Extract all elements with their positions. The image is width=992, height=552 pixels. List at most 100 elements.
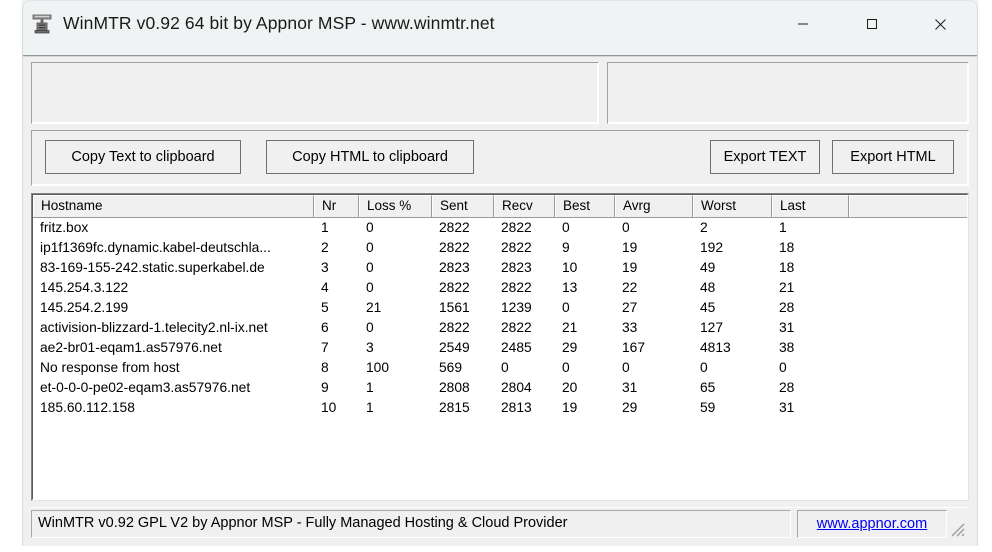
maximize-icon (866, 19, 877, 29)
table-cell-nr: 6 (321, 320, 329, 335)
table-cell-hostname: et-0-0-0-pe02-eqam3.as57976.net (40, 380, 251, 395)
table-cell-avrg: 29 (622, 400, 638, 415)
maximize-button[interactable] (837, 2, 906, 46)
window-title: WinMTR v0.92 64 bit by Appnor MSP - www.… (63, 13, 495, 33)
table-cell-hostname: No response from host (40, 360, 180, 375)
copy-text-to-clipboard-button[interactable]: Copy Text to clipboard (45, 140, 241, 174)
table-cell-last: 1 (779, 220, 787, 235)
table-cell-best: 0 (562, 220, 570, 235)
table-cell-worst: 49 (700, 260, 716, 275)
table-header-worst[interactable]: Worst (693, 195, 772, 217)
copy-html-to-clipboard-button[interactable]: Copy HTML to clipboard (266, 140, 474, 174)
table-cell-worst: 127 (700, 320, 724, 335)
table-header-recv[interactable]: Recv (494, 195, 555, 217)
table-header-sent[interactable]: Sent (432, 195, 494, 217)
table-cell-nr: 1 (321, 220, 329, 235)
table-row[interactable]: 145.254.3.122 4 0 2822 2822 13 22 48 21 (33, 278, 967, 298)
table-row[interactable]: 145.254.2.199 5 21 1561 1239 0 27 45 28 (33, 298, 967, 318)
table-header-avrg[interactable]: Avrg (615, 195, 693, 217)
table-cell-recv: 0 (501, 360, 509, 375)
client-area: Host: 185.60.112.158 Start Options Exit … (23, 57, 977, 546)
table-cell-hostname: 83-169-155-242.static.superkabel.de (40, 260, 265, 275)
table-header-hostname[interactable]: Hostname (33, 195, 314, 217)
table-cell-worst: 45 (700, 300, 716, 315)
table-cell-nr: 9 (321, 380, 329, 395)
table-row[interactable]: 83-169-155-242.static.superkabel.de 3 0 282… (33, 258, 967, 278)
close-button[interactable] (906, 2, 975, 46)
minimize-button[interactable] (768, 2, 837, 46)
window-right-margin (978, 0, 992, 552)
table-cell-last: 38 (779, 340, 795, 355)
table-cell-loss: 21 (366, 300, 382, 315)
minimize-icon (797, 23, 808, 25)
table-cell-nr: 7 (321, 340, 329, 355)
status-bar-link-panel[interactable]: www.appnor.com (797, 510, 947, 538)
table-cell-hostname: 185.60.112.158 (40, 400, 135, 415)
table-cell-sent: 2822 (439, 220, 470, 235)
table-cell-nr: 4 (321, 280, 329, 295)
table-cell-loss: 0 (366, 280, 374, 295)
table-cell-best: 19 (562, 400, 578, 415)
table-cell-loss: 1 (366, 400, 374, 415)
table-cell-loss: 100 (366, 360, 390, 375)
table-cell-best: 29 (562, 340, 578, 355)
table-cell-recv: 2485 (501, 340, 532, 355)
table-cell-last: 28 (779, 300, 795, 315)
table-header-last[interactable]: Last (772, 195, 849, 217)
winmtr-app-icon (29, 11, 55, 37)
table-cell-filler (849, 218, 967, 238)
table-cell-hostname: ae2-br01-eqam1.as57976.net (40, 340, 222, 355)
table-cell-sent: 2549 (439, 340, 470, 355)
table-cell-worst: 192 (700, 240, 724, 255)
export-text-button[interactable]: Export TEXT (710, 140, 820, 174)
table-row[interactable]: ip1f1369fc.dynamic.kabel-deutschla... 2 0 2… (33, 238, 967, 258)
table-header-filler[interactable] (849, 195, 967, 217)
table-cell-filler (849, 298, 967, 318)
table-cell-loss: 3 (366, 340, 374, 355)
table-cell-loss: 0 (366, 220, 374, 235)
table-cell-hostname: fritz.box (40, 220, 89, 235)
table-cell-loss: 0 (366, 320, 374, 335)
table-cell-worst: 65 (700, 380, 716, 395)
title-bar: WinMTR v0.92 64 bit by Appnor MSP - www.… (23, 1, 977, 46)
table-cell-sent: 2822 (439, 280, 470, 295)
close-icon (935, 18, 946, 30)
table-cell-nr: 3 (321, 260, 329, 275)
table-cell-best: 0 (562, 360, 570, 375)
table-cell-hostname: 145.254.2.199 (40, 300, 129, 315)
table-cell-last: 0 (779, 360, 787, 375)
table-cell-sent: 2822 (439, 320, 470, 335)
table-row[interactable]: activision-blizzard-1.telecity2.nl-ix.ne… (33, 318, 967, 338)
table-cell-filler (849, 238, 967, 258)
table-cell-best: 21 (562, 320, 578, 335)
table-row[interactable]: 185.60.112.158 10 1 2815 2813 19 29 59 31 (33, 398, 967, 418)
table-cell-sent: 2822 (439, 240, 470, 255)
host-groupbox (31, 62, 599, 124)
table-cell-best: 13 (562, 280, 578, 295)
table-cell-recv: 2822 (501, 240, 532, 255)
table-cell-sent: 2823 (439, 260, 470, 275)
table-row[interactable]: ae2-br01-eqam1.as57976.net 7 3 2549 2485 29 16… (33, 338, 967, 358)
table-cell-loss: 0 (366, 240, 374, 255)
table-cell-avrg: 27 (622, 300, 638, 315)
table-header-nr[interactable]: Nr (314, 195, 359, 217)
table-header-loss[interactable]: Loss % (359, 195, 432, 217)
resize-grip-icon[interactable] (948, 520, 966, 538)
table-cell-best: 9 (562, 240, 570, 255)
table-row[interactable]: et-0-0-0-pe02-eqam3.as57976.net 9 1 2808 280… (33, 378, 967, 398)
table-cell-worst: 0 (700, 360, 708, 375)
export-html-button[interactable]: Export HTML (832, 140, 954, 174)
window-left-margin (0, 0, 22, 552)
table-cell-filler (849, 318, 967, 338)
appnor-website-link[interactable]: www.appnor.com (817, 516, 927, 532)
table-cell-recv: 2813 (501, 400, 532, 415)
table-cell-filler (849, 378, 967, 398)
table-cell-loss: 1 (366, 380, 374, 395)
table-cell-filler (849, 338, 967, 358)
table-row[interactable]: No response from host 8 100 569 0 0 0 0 0 (33, 358, 967, 378)
table-cell-nr: 2 (321, 240, 329, 255)
actions-groupbox (607, 62, 969, 124)
table-header-best[interactable]: Best (555, 195, 615, 217)
table-row[interactable]: fritz.box 1 0 2822 2822 0 0 2 1 (33, 218, 967, 238)
table-cell-last: 31 (779, 320, 795, 335)
